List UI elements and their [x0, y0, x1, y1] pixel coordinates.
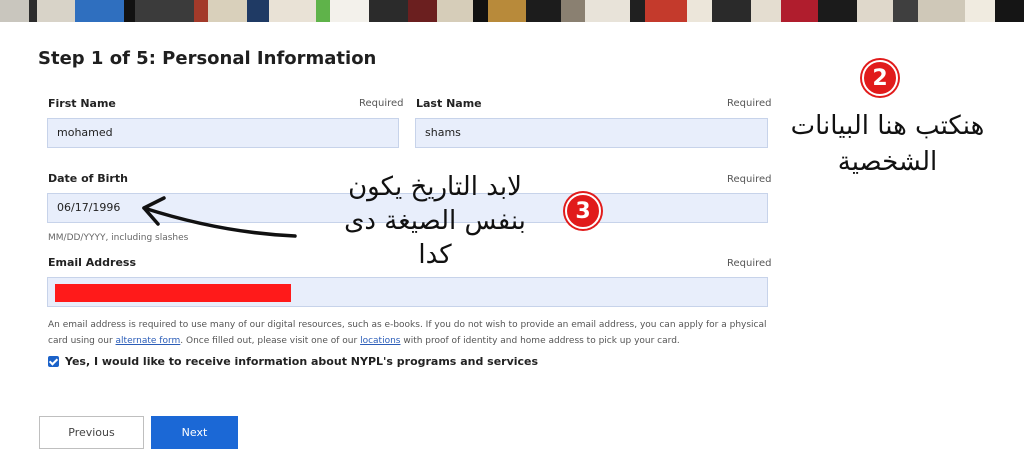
- email-redaction-block: [55, 284, 291, 302]
- first-name-label: First Name: [48, 97, 116, 110]
- first-name-required-label: Required: [359, 98, 404, 109]
- annotation-text-2: هنكتب هنا البيانات الشخصية: [765, 108, 1010, 180]
- locations-link[interactable]: locations: [360, 336, 400, 346]
- alternate-form-link[interactable]: alternate form: [116, 336, 181, 346]
- annotation-text-2-line1: هنكتب هنا البيانات: [790, 111, 985, 141]
- annotation-badge-2: 2: [862, 60, 898, 96]
- email-note-text-2: . Once filled out, please visit one of o…: [180, 336, 361, 346]
- annotation-arrow-icon: [142, 196, 297, 238]
- page-title: Step 1 of 5: Personal Information: [38, 48, 377, 69]
- annotation-text-3-line2: بنفس الصيغة دى: [344, 206, 526, 236]
- previous-button[interactable]: Previous: [39, 416, 144, 449]
- annotation-text-3-line1: لابد التاريخ يكون: [348, 172, 522, 202]
- email-label: Email Address: [48, 256, 137, 269]
- consent-label: Yes, I would like to receive information…: [65, 355, 539, 368]
- dob-label: Date of Birth: [48, 172, 128, 185]
- email-note-text-3: with proof of identity and home address …: [400, 336, 680, 346]
- last-name-input[interactable]: shams: [415, 118, 768, 148]
- next-button[interactable]: Next: [151, 416, 238, 449]
- last-name-label: Last Name: [416, 97, 482, 110]
- annotation-badge-3: 3: [565, 193, 601, 229]
- email-note: An email address is required to use many…: [48, 317, 768, 349]
- first-name-input[interactable]: mohamed: [47, 118, 399, 148]
- consent-checkbox[interactable]: [48, 356, 59, 367]
- header-books-banner: [0, 0, 1024, 22]
- consent-row[interactable]: Yes, I would like to receive information…: [48, 355, 538, 368]
- annotation-text-3: لابد التاريخ يكون بنفس الصيغة دى كدا: [300, 170, 570, 272]
- annotation-text-3-line3: كدا: [418, 240, 452, 270]
- annotation-text-2-line2: الشخصية: [837, 147, 938, 177]
- email-required-label: Required: [727, 258, 772, 269]
